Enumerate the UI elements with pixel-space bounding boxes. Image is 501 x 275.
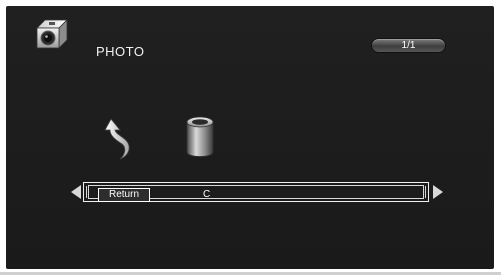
drive-c-item[interactable]: C xyxy=(203,188,233,202)
page-title: PHOTO xyxy=(96,44,145,59)
triangle-left-icon[interactable] xyxy=(70,185,81,199)
camera-icon xyxy=(36,19,68,49)
file-strip-track: Return C xyxy=(88,185,424,202)
strip-divider-right xyxy=(425,186,426,198)
file-strip: Return C xyxy=(83,182,429,202)
strip-divider-left xyxy=(86,186,87,198)
page-indicator-badge: 1/1 xyxy=(371,38,446,53)
triangle-right-icon[interactable] xyxy=(433,185,444,199)
return-item[interactable]: Return xyxy=(98,188,150,202)
media-player-screen: PHOTO 1/1 Return C xyxy=(0,0,501,275)
return-arrow-icon[interactable] xyxy=(104,116,132,162)
drive-cylinder-icon[interactable] xyxy=(184,114,216,160)
